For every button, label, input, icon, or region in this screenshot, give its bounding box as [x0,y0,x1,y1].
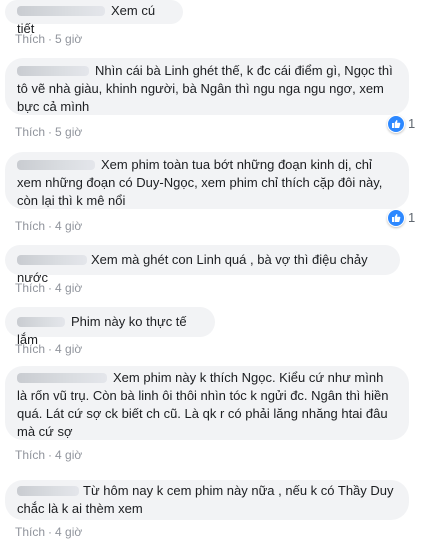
comment-bubble: Xem mà ghét con Linh quá , bà vợ thì điệ… [5,245,400,285]
commenter-name-redacted[interactable] [17,313,65,329]
commenter-name-redacted[interactable] [17,156,95,172]
comment-bubble: Xem cú tiết [5,0,183,36]
like-link[interactable]: Thích [15,32,45,46]
reaction-count[interactable]: 1 [408,210,415,225]
comment-time[interactable]: 4 giờ [55,525,82,539]
comment-bubble: Nhìn cái bà Linh ghét thế, k đc cái điểm… [5,58,409,115]
comment-bubble: Từ hôm nay k cem phim này nữa , nếu k có… [5,480,409,520]
comment-meta: Thích · 4 giờ [15,525,83,539]
comment-time[interactable]: 4 giờ [55,342,82,356]
commenter-name-redacted[interactable] [17,2,105,18]
like-link[interactable]: Thích [15,125,45,139]
comment-meta: Thích · 4 giờ [15,281,83,295]
reaction-badge[interactable] [387,115,405,133]
like-link[interactable]: Thích [15,448,45,462]
commenter-name-redacted[interactable] [17,482,79,498]
comment-time[interactable]: 4 giờ [55,448,82,462]
like-link[interactable]: Thích [15,342,45,356]
like-icon [392,214,401,222]
reaction-badge[interactable] [387,209,405,227]
commenter-name-redacted[interactable] [17,251,87,267]
comment-meta: Thích · 4 giờ [15,219,83,233]
commenter-name-redacted[interactable] [17,62,89,78]
comment-meta: Thích · 4 giờ [15,448,83,462]
comment-time[interactable]: 5 giờ [55,125,82,139]
comment-meta: Thích · 4 giờ [15,342,83,356]
like-link[interactable]: Thích [15,219,45,233]
comment-meta: Thích · 5 giờ [15,125,83,139]
comment-meta: Thích · 5 giờ [15,32,83,46]
like-link[interactable]: Thích [15,525,45,539]
like-link[interactable]: Thích [15,281,45,295]
comment-time[interactable]: 5 giờ [55,32,82,46]
comment-bubble: Phim này ko thực tế lắm [5,307,215,347]
reaction-count[interactable]: 1 [408,116,415,131]
comment-bubble: Xem phim này k thích Ngọc. Kiểu cứ như m… [5,366,409,440]
comment-time[interactable]: 4 giờ [55,219,82,233]
like-icon [392,120,401,128]
commenter-name-redacted[interactable] [17,369,107,385]
comment-bubble: Xem phim toàn tua bớt những đoạn kinh dị… [5,152,409,209]
comment-time[interactable]: 4 giờ [55,281,82,295]
